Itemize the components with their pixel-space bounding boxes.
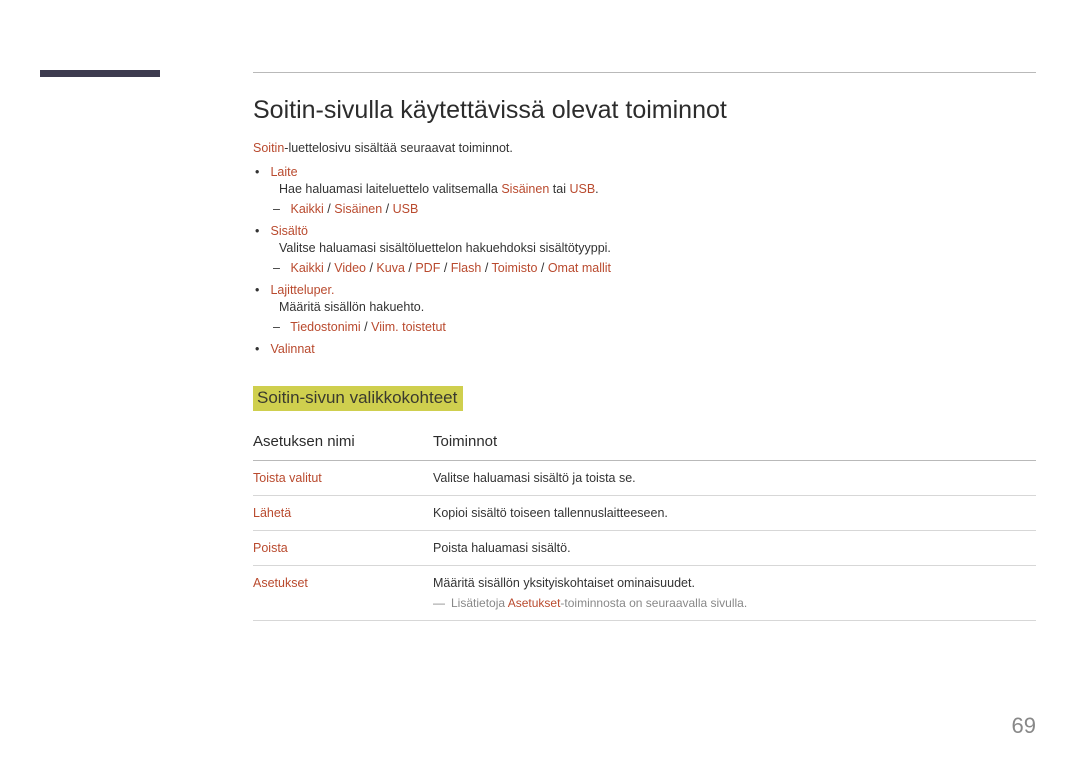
sublist: Kaikki / Video / Kuva / PDF / Flash / To…: [287, 261, 1036, 275]
bullet-title: Valinnat: [270, 342, 314, 356]
sep: /: [440, 261, 450, 275]
text: -toiminnosta on seuraavalla sivulla.: [560, 596, 747, 610]
chapter-tab: [40, 70, 160, 77]
intro-text: Soitin-luettelosivu sisältää seuraavat t…: [253, 141, 1036, 155]
bullet-sisalto: Sisältö Valitse haluamasi sisältöluettel…: [267, 224, 1036, 275]
opt: Kaikki: [290, 202, 323, 216]
opt: Omat mallit: [548, 261, 611, 275]
sep: /: [481, 261, 491, 275]
opt: PDF: [415, 261, 440, 275]
bullet-desc: Määritä sisällön hakuehto.: [279, 300, 1036, 314]
cell-name: Toista valitut: [253, 461, 433, 496]
opt: Flash: [451, 261, 482, 275]
bullet-lajitteluper: Lajitteluper. Määritä sisällön hakuehto.…: [267, 283, 1036, 334]
bullet-laite: Laite Hae haluamasi laiteluettelo valits…: [267, 165, 1036, 216]
cell-desc: Valitse haluamasi sisältö ja toista se.: [433, 461, 1036, 496]
main-content: Soitin-sivulla käytettävissä olevat toim…: [253, 96, 1036, 621]
opt: Video: [334, 261, 366, 275]
top-rule: [253, 72, 1036, 73]
table-row: Lähetä Kopioi sisältö toiseen tallennusl…: [253, 496, 1036, 531]
text: .: [595, 182, 598, 196]
intro-rest: -luettelosivu sisältää seuraavat toiminn…: [284, 141, 513, 155]
section-subheading: Soitin-sivun valikkokohteet: [253, 386, 463, 411]
opt: Kuva: [376, 261, 405, 275]
note-dash-icon: ―: [433, 596, 445, 610]
table-row: Toista valitut Valitse haluamasi sisältö…: [253, 461, 1036, 496]
brand-sisainen: Sisäinen: [501, 182, 549, 196]
options-table: Asetuksen nimi Toiminnot Toista valitut …: [253, 425, 1036, 621]
table-row: Poista Poista haluamasi sisältö.: [253, 531, 1036, 566]
opt: USB: [393, 202, 419, 216]
sep: /: [324, 202, 334, 216]
text: Lisätietoja: [451, 596, 508, 610]
feature-list: Laite Hae haluamasi laiteluettelo valits…: [267, 165, 1036, 356]
table-row: Asetukset Määritä sisällön yksityiskohta…: [253, 566, 1036, 621]
cell-name: Asetukset: [253, 566, 433, 621]
sublist: Tiedostonimi / Viim. toistetut: [287, 320, 1036, 334]
cell-desc: Määritä sisällön yksityiskohtaiset omina…: [433, 566, 1036, 621]
sub-item: Tiedostonimi / Viim. toistetut: [287, 320, 1036, 334]
brand-usb: USB: [569, 182, 595, 196]
text: Määritä sisällön yksityiskohtaiset omina…: [433, 576, 695, 590]
text: tai: [549, 182, 569, 196]
cell-name: Lähetä: [253, 496, 433, 531]
bullet-title: Laite: [270, 165, 297, 179]
bullet-desc: Valitse haluamasi sisältöluettelon hakue…: [279, 241, 1036, 255]
cell-desc: Kopioi sisältö toiseen tallennuslaittees…: [433, 496, 1036, 531]
bullet-valinnat: Valinnat: [267, 342, 1036, 356]
opt: Tiedostonimi: [290, 320, 360, 334]
page-title: Soitin-sivulla käytettävissä olevat toim…: [253, 96, 1036, 125]
opt: Viim. toistetut: [371, 320, 446, 334]
cell-desc: Poista haluamasi sisältö.: [433, 531, 1036, 566]
page-number: 69: [1012, 713, 1036, 739]
sub-item: Kaikki / Video / Kuva / PDF / Flash / To…: [287, 261, 1036, 275]
brand-soitin: Soitin: [253, 141, 284, 155]
sep: /: [405, 261, 415, 275]
bullet-title: Sisältö: [270, 224, 308, 238]
sep: /: [366, 261, 376, 275]
sep: /: [382, 202, 392, 216]
sub-item: Kaikki / Sisäinen / USB: [287, 202, 1036, 216]
bullet-desc: Hae haluamasi laiteluettelo valitsemalla…: [279, 182, 1036, 196]
sep: /: [537, 261, 547, 275]
sep: /: [361, 320, 371, 334]
sublist: Kaikki / Sisäinen / USB: [287, 202, 1036, 216]
opt: Sisäinen: [334, 202, 382, 216]
bullet-title: Lajitteluper.: [270, 283, 334, 297]
sep: /: [324, 261, 334, 275]
opt: Kaikki: [290, 261, 323, 275]
text: Hae haluamasi laiteluettelo valitsemalla: [279, 182, 501, 196]
th-func: Toiminnot: [433, 425, 1036, 461]
cell-name: Poista: [253, 531, 433, 566]
opt: Toimisto: [492, 261, 538, 275]
brand-asetukset: Asetukset: [508, 596, 561, 610]
footnote: ― Lisätietoja Asetukset-toiminnosta on se…: [433, 596, 1032, 610]
th-name: Asetuksen nimi: [253, 425, 433, 461]
